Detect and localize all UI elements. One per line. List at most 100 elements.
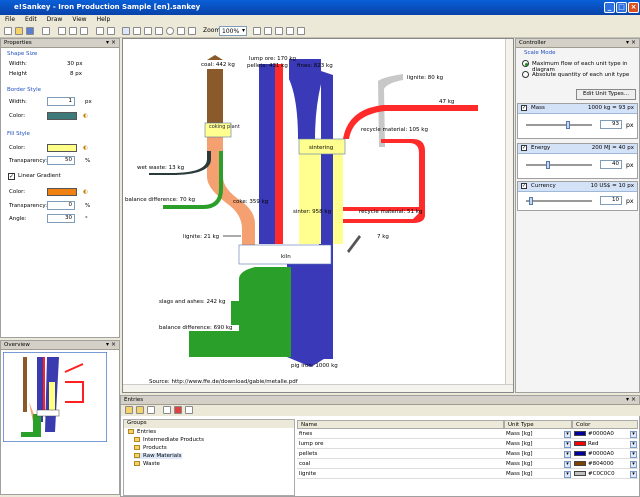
properties-icon[interactable] — [185, 406, 193, 414]
horizontal-scrollbar[interactable] — [123, 384, 513, 392]
column-header-color[interactable]: Color — [572, 420, 638, 429]
edit-unit-types-button[interactable]: Edit Unit Types... — [576, 89, 636, 100]
entry-color[interactable]: #804000 ▾ — [572, 460, 638, 469]
column-header-unit-type[interactable]: Unit Type — [504, 420, 572, 429]
chevron-down-icon[interactable]: ▾ — [630, 441, 637, 448]
unit-scale-slider[interactable] — [526, 124, 592, 126]
scale-mode-absolute-radio[interactable] — [522, 71, 529, 78]
slider-thumb[interactable] — [529, 197, 534, 205]
new-file-icon[interactable] — [4, 27, 12, 35]
copy-icon[interactable] — [69, 27, 77, 35]
chevron-down-icon[interactable]: ▾ — [630, 431, 637, 438]
chevron-down-icon[interactable]: ▾ — [564, 461, 571, 468]
menu-view[interactable]: View — [67, 15, 91, 24]
unit-visible-checkbox[interactable]: ✓ — [521, 145, 527, 151]
group-item[interactable]: Waste — [134, 461, 160, 467]
chevron-down-icon[interactable]: ▾ — [630, 471, 637, 478]
rectangle-tool-icon[interactable] — [133, 27, 141, 35]
entry-name[interactable]: pellets — [297, 450, 504, 459]
maximize-button[interactable]: □ — [616, 2, 627, 13]
cut-icon[interactable] — [58, 27, 66, 35]
open-folder-icon[interactable] — [136, 406, 144, 414]
table-row[interactable]: lignite Mass [kg] ▾ #C0C0C0 ▾ — [297, 470, 638, 479]
zoom-page-icon[interactable] — [286, 27, 294, 35]
unit-visible-checkbox[interactable]: ✓ — [521, 183, 527, 189]
entry-color[interactable]: Red ▾ — [572, 440, 638, 449]
panel-close-icon[interactable]: ▾ × — [626, 39, 636, 46]
zoom-fit-icon[interactable] — [275, 27, 283, 35]
diagram-canvas[interactable]: coal: 442 kg lump ore: 170 kg pellets: 4… — [122, 38, 514, 393]
palette-icon[interactable]: ◐ — [83, 189, 88, 195]
menu-draw[interactable]: Draw — [42, 15, 68, 24]
entry-unit-type[interactable]: Mass [kg] ▾ — [504, 460, 572, 469]
hand-tool-icon[interactable] — [188, 27, 196, 35]
table-row[interactable]: coal Mass [kg] ▾ #804000 ▾ — [297, 460, 638, 469]
chevron-down-icon[interactable]: ▾ — [630, 461, 637, 468]
close-button[interactable]: × — [628, 2, 639, 13]
unit-scale-input[interactable]: 10 — [600, 196, 622, 205]
entry-unit-type[interactable]: Mass [kg] ▾ — [504, 470, 572, 479]
unit-scale-slider[interactable] — [526, 200, 592, 202]
table-row[interactable]: fines Mass [kg] ▾ #0000A0 ▾ — [297, 430, 638, 439]
add-folder-icon[interactable] — [125, 406, 133, 414]
entry-color[interactable]: #0000A0 ▾ — [572, 430, 638, 439]
chevron-down-icon[interactable]: ▾ — [564, 441, 571, 448]
gradient-angle-input[interactable]: 30 — [47, 214, 75, 223]
gradient-transparency-input[interactable]: 0 — [47, 201, 75, 210]
entry-color[interactable]: #0000A0 ▾ — [572, 450, 638, 459]
gradient-color-swatch[interactable] — [47, 188, 77, 196]
save-icon[interactable] — [26, 27, 34, 35]
column-header-name[interactable]: Name — [297, 420, 504, 429]
table-row[interactable]: pellets Mass [kg] ▾ #0000A0 ▾ — [297, 450, 638, 459]
node-tool-icon[interactable] — [144, 27, 152, 35]
fill-color-swatch[interactable] — [47, 144, 77, 152]
border-color-swatch[interactable] — [47, 112, 77, 120]
entry-unit-type[interactable]: Mass [kg] ▾ — [504, 440, 572, 449]
menu-help[interactable]: Help — [92, 15, 116, 24]
border-width-input[interactable]: 1 — [47, 97, 75, 106]
print-icon[interactable] — [42, 27, 50, 35]
zoom-width-icon[interactable] — [297, 27, 305, 35]
entry-name[interactable]: fines — [297, 430, 504, 439]
fill-transparency-input[interactable]: 50 — [47, 156, 75, 165]
zoom-in-icon[interactable] — [253, 27, 261, 35]
palette-icon[interactable]: ◐ — [83, 145, 88, 151]
group-item[interactable]: Raw Materials — [134, 453, 182, 459]
ellipse-tool-icon[interactable] — [166, 27, 174, 35]
undo-icon[interactable] — [96, 27, 104, 35]
chevron-down-icon[interactable]: ▾ — [564, 451, 571, 458]
chevron-down-icon[interactable]: ▾ — [630, 451, 637, 458]
paste-icon[interactable] — [80, 27, 88, 35]
group-item[interactable]: Products — [134, 445, 167, 451]
panel-close-icon[interactable]: ▾ × — [626, 396, 636, 403]
unit-scale-input[interactable]: 40 — [600, 160, 622, 169]
unit-scale-slider[interactable] — [526, 164, 592, 166]
vertical-scrollbar[interactable] — [505, 39, 513, 392]
delete-entry-icon[interactable] — [174, 406, 182, 414]
entry-unit-type[interactable]: Mass [kg] ▾ — [504, 430, 572, 439]
slider-thumb[interactable] — [545, 161, 550, 169]
select-tool-icon[interactable] — [122, 27, 130, 35]
palette-icon[interactable]: ◐ — [83, 113, 88, 119]
menu-edit[interactable]: Edit — [20, 15, 42, 24]
entry-name[interactable]: coal — [297, 460, 504, 469]
linear-gradient-checkbox[interactable]: ✓ — [8, 173, 15, 180]
table-row[interactable]: lump ore Mass [kg] ▾ Red ▾ — [297, 440, 638, 449]
minimize-button[interactable]: _ — [604, 2, 615, 13]
zoom-out-icon[interactable] — [264, 27, 272, 35]
menu-file[interactable]: File — [0, 15, 20, 24]
scale-mode-maximum-radio[interactable] — [522, 60, 529, 67]
add-entry-icon[interactable] — [163, 406, 171, 414]
entry-unit-type[interactable]: Mass [kg] ▾ — [504, 450, 572, 459]
entry-name[interactable]: lignite — [297, 470, 504, 479]
group-item[interactable]: Intermediate Products — [134, 437, 204, 443]
chevron-down-icon[interactable]: ▾ — [564, 471, 571, 478]
overview-thumbnail[interactable] — [3, 352, 107, 442]
redo-icon[interactable] — [107, 27, 115, 35]
arrow-tool-icon[interactable] — [155, 27, 163, 35]
slider-thumb[interactable] — [565, 121, 570, 129]
text-tool-icon[interactable] — [177, 27, 185, 35]
panel-close-icon[interactable]: ▾ × — [106, 341, 116, 348]
open-folder-icon[interactable] — [15, 27, 23, 35]
entry-name[interactable]: lump ore — [297, 440, 504, 449]
